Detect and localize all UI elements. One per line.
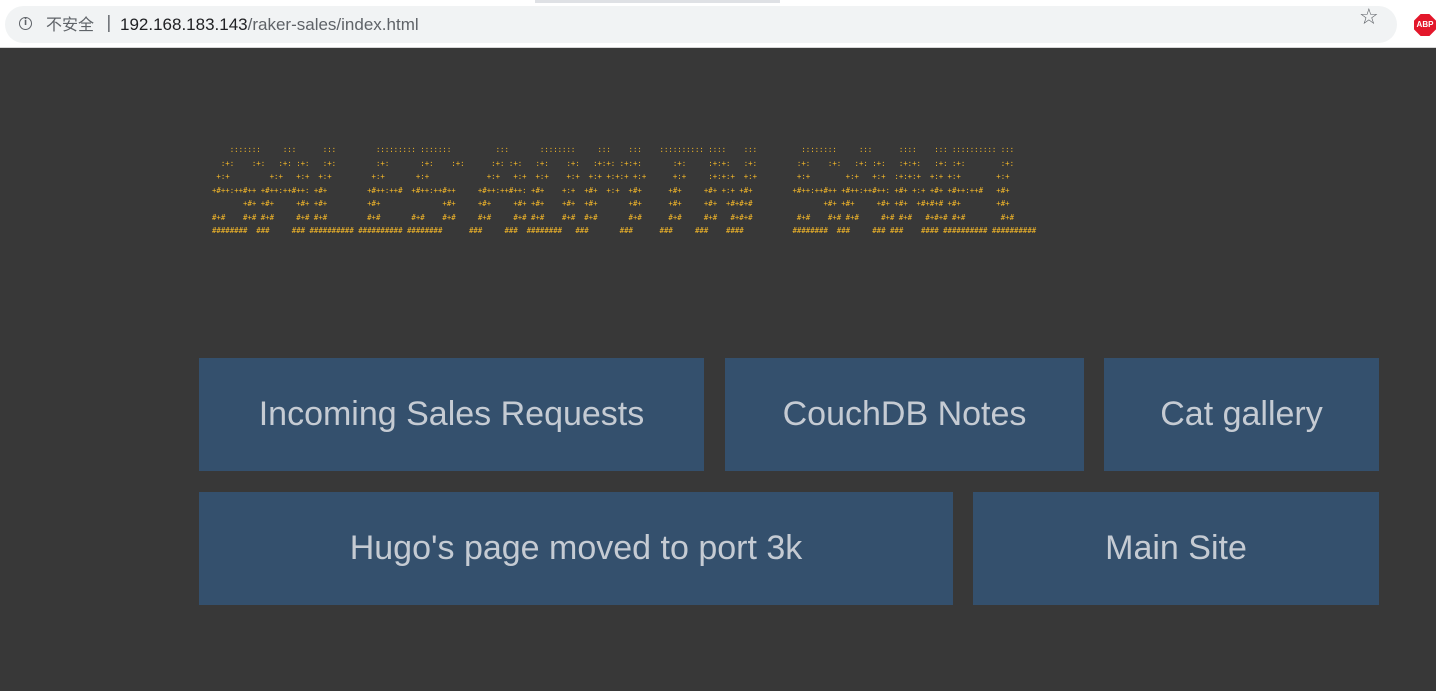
url-text[interactable]: 192.168.183.143/raker-sales/index.html bbox=[120, 15, 419, 34]
ascii-art-banner: ::::::: ::: ::: ::::::::: ::::::: ::: ::… bbox=[212, 145, 1037, 235]
url-path: /raker-sales/index.html bbox=[247, 15, 419, 34]
main-site-button[interactable]: Main Site bbox=[973, 492, 1379, 605]
url-host: 192.168.183.143 bbox=[120, 15, 248, 34]
incoming-sales-requests-button[interactable]: Incoming Sales Requests bbox=[199, 358, 704, 471]
couchdb-notes-button[interactable]: CouchDB Notes bbox=[725, 358, 1084, 471]
bookmark-star-icon[interactable]: ☆ bbox=[1359, 6, 1379, 30]
info-icon[interactable]: i bbox=[19, 17, 32, 30]
security-status-label: 不安全 bbox=[46, 15, 95, 34]
cat-gallery-button[interactable]: Cat gallery bbox=[1104, 358, 1379, 471]
address-bar[interactable]: i 不安全 | 192.168.183.143/raker-sales/inde… bbox=[5, 6, 1397, 43]
url-separator: | bbox=[106, 13, 112, 33]
hugos-page-button[interactable]: Hugo's page moved to port 3k bbox=[199, 492, 953, 605]
active-tab-indicator bbox=[535, 0, 780, 3]
browser-toolbar: i 不安全 | 192.168.183.143/raker-sales/inde… bbox=[0, 0, 1436, 48]
adblock-plus-icon[interactable]: ABP bbox=[1414, 14, 1436, 36]
